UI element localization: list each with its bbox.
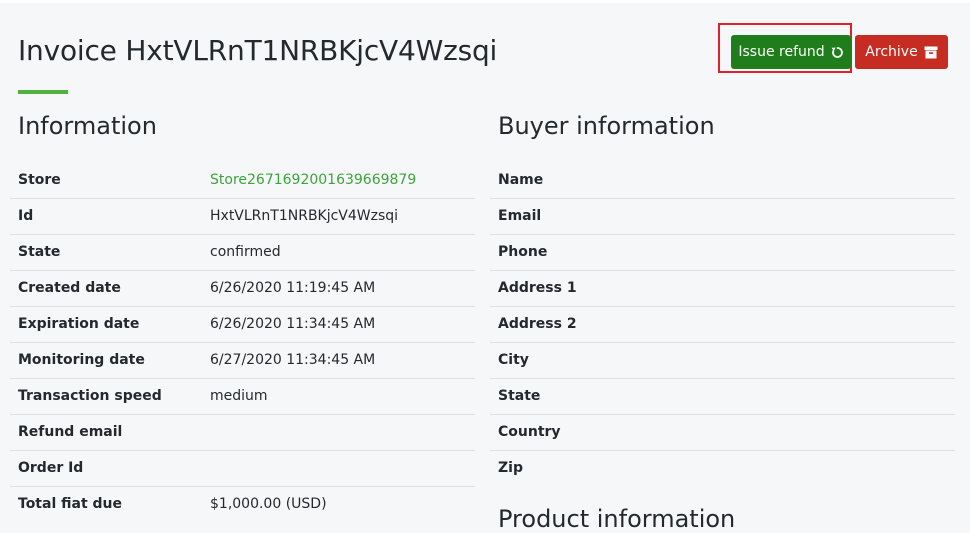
row-label: Address 1	[498, 280, 577, 296]
title-accent-bar	[18, 90, 68, 94]
buyer-row-address-1: Address 1	[490, 271, 955, 307]
buyer-row-email: Email	[490, 199, 955, 235]
info-row-expiration-date: Expiration date 6/26/2020 11:34:45 AM	[10, 307, 475, 343]
row-value: 6/26/2020 11:19:45 AM	[210, 280, 376, 296]
row-label: Order Id	[18, 460, 84, 476]
buyer-row-state: State	[490, 379, 955, 415]
row-label: Phone	[498, 244, 548, 260]
row-label: Expiration date	[18, 316, 140, 332]
row-value: medium	[210, 388, 268, 404]
information-table: Store Store2671692001639669879 Id HxtVLR…	[10, 163, 475, 523]
row-label: Transaction speed	[18, 388, 162, 404]
row-label: State	[18, 244, 61, 260]
row-value: 6/26/2020 11:34:45 AM	[210, 316, 376, 332]
row-label: Country	[498, 424, 561, 440]
row-label: Id	[18, 208, 34, 224]
row-value: HxtVLRnT1NRBKjcV4Wzsqi	[210, 208, 399, 224]
row-label: Store	[18, 172, 61, 188]
issue-refund-button[interactable]: Issue refund	[731, 35, 851, 69]
row-label: Monitoring date	[18, 352, 145, 368]
info-row-id: Id HxtVLRnT1NRBKjcV4Wzsqi	[10, 199, 475, 235]
info-row-store: Store Store2671692001639669879	[10, 163, 475, 199]
info-row-transaction-speed: Transaction speed medium	[10, 379, 475, 415]
row-label: Refund email	[18, 424, 123, 440]
row-value: confirmed	[210, 244, 281, 260]
row-label: Name	[498, 172, 544, 188]
info-row-total-fiat-due: Total fiat due $1,000.00 (USD)	[10, 487, 475, 523]
buyer-information-heading: Buyer information	[498, 112, 715, 140]
row-label: Total fiat due	[18, 496, 122, 512]
row-value: $1,000.00 (USD)	[210, 496, 327, 512]
buyer-row-country: Country	[490, 415, 955, 451]
row-label: Address 2	[498, 316, 577, 332]
row-label: Email	[498, 208, 542, 224]
info-row-created-date: Created date 6/26/2020 11:19:45 AM	[10, 271, 475, 307]
buyer-row-city: City	[490, 343, 955, 379]
archive-box-icon	[924, 46, 938, 59]
archive-label: Archive	[865, 44, 918, 60]
buyer-row-zip: Zip	[490, 451, 955, 487]
buyer-row-address-2: Address 2	[490, 307, 955, 343]
row-label: State	[498, 388, 541, 404]
information-heading: Information	[18, 112, 157, 140]
info-row-state: State confirmed	[10, 235, 475, 271]
issue-refund-label: Issue refund	[738, 44, 825, 60]
refresh-icon	[831, 46, 844, 59]
row-label: Zip	[498, 460, 523, 476]
row-value: 6/27/2020 11:34:45 AM	[210, 352, 376, 368]
store-link[interactable]: Store2671692001639669879	[210, 163, 416, 198]
buyer-information-table: Name Email Phone Address 1 Address 2 Cit…	[490, 163, 955, 487]
page-title: Invoice HxtVLRnT1NRBKjcV4Wzsqi	[18, 34, 498, 67]
top-bar	[0, 0, 970, 3]
buyer-row-phone: Phone	[490, 235, 955, 271]
archive-button[interactable]: Archive	[855, 35, 948, 69]
info-row-monitoring-date: Monitoring date 6/27/2020 11:34:45 AM	[10, 343, 475, 379]
info-row-refund-email: Refund email	[10, 415, 475, 451]
info-row-order-id: Order Id	[10, 451, 475, 487]
row-label: City	[498, 352, 529, 368]
buyer-row-name: Name	[490, 163, 955, 199]
product-information-heading: Product information	[498, 505, 736, 533]
row-label: Created date	[18, 280, 121, 296]
